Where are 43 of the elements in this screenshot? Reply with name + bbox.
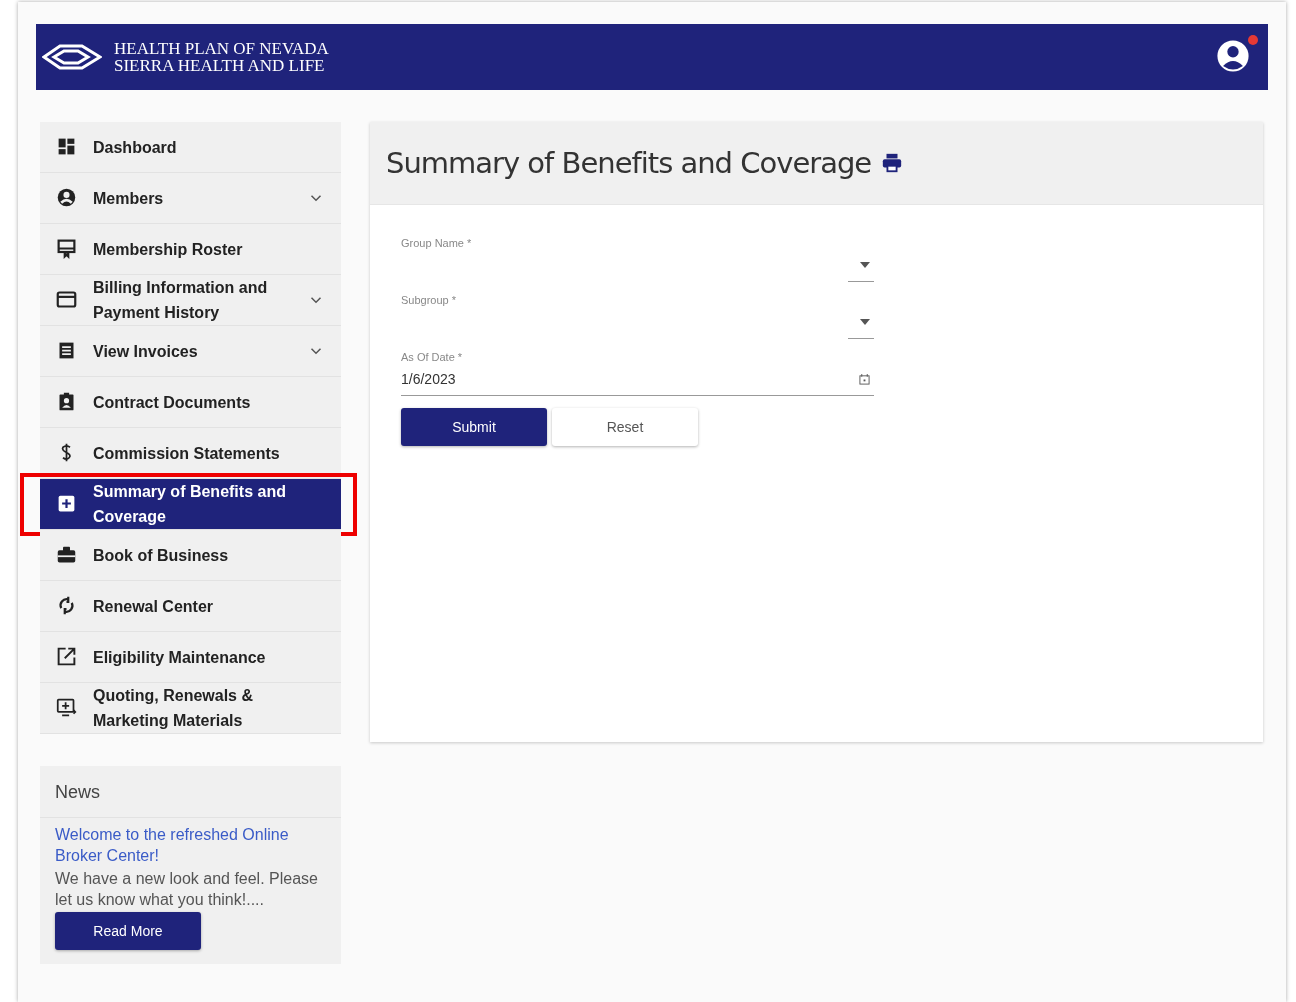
nav-item[interactable]: Members [40, 173, 341, 224]
calendar-icon [859, 373, 870, 385]
news-link[interactable]: Welcome to the refreshed Online Broker Center! [55, 824, 326, 866]
page-title: Summary of Benefits and Coverage [386, 146, 872, 180]
plus-icon [56, 493, 77, 514]
submit-button[interactable]: Submit [401, 408, 547, 446]
nav-item[interactable]: Eligibility Maintenance [40, 632, 341, 683]
nav-item[interactable]: Billing Information and Payment History [40, 275, 341, 326]
nav-item[interactable]: Book of Business [40, 530, 341, 581]
briefcase-icon [56, 544, 77, 565]
person-icon [56, 187, 77, 208]
sync-icon [56, 595, 77, 616]
form-field[interactable]: Group Name * [401, 237, 874, 282]
print-icon[interactable] [881, 152, 904, 174]
nav-item[interactable]: Quoting, Renewals & Marketing Materials [40, 683, 341, 734]
dashboard-icon [56, 136, 77, 157]
brand-name: SIERRA HEALTH AND LIFE [114, 57, 326, 74]
logo-icon [42, 42, 102, 72]
reset-button[interactable]: Reset [552, 408, 698, 446]
brand-name: HEALTH PLAN OF NEVADA [114, 40, 329, 57]
monitor-icon [56, 238, 77, 259]
nav-item[interactable]: Renewal Center [40, 581, 341, 632]
nav-item[interactable]: Contract Documents [40, 377, 341, 428]
read-more-button[interactable]: Read More [55, 912, 201, 950]
nav-item[interactable]: Commission Statements [40, 428, 341, 479]
caret-icon [860, 319, 870, 325]
caret-icon [860, 262, 870, 268]
field-label: Group Name * [401, 237, 473, 249]
nav-item[interactable]: View Invoices [40, 326, 341, 377]
credit-card-icon [56, 289, 77, 310]
news-text: We have a new look and feel. Please let us know what you think!.... [55, 869, 319, 910]
news-title: News [40, 766, 341, 818]
form-field[interactable]: As Of Date * 1/6/2023 [401, 351, 874, 396]
form-field[interactable]: Subgroup * [401, 294, 874, 339]
nav-item[interactable]: Dashboard [40, 122, 341, 173]
field-label: As Of Date * [401, 351, 464, 363]
monitor-plus-icon [56, 697, 77, 718]
field-label: Subgroup * [401, 294, 458, 306]
nav-item[interactable]: Membership Roster [40, 224, 341, 275]
external-link-icon [56, 646, 77, 667]
field-value: 1/6/2023 [401, 371, 456, 387]
account-icon[interactable] [1216, 39, 1250, 73]
nav-item[interactable]: Summary of Benefits and Coverage [40, 479, 341, 530]
